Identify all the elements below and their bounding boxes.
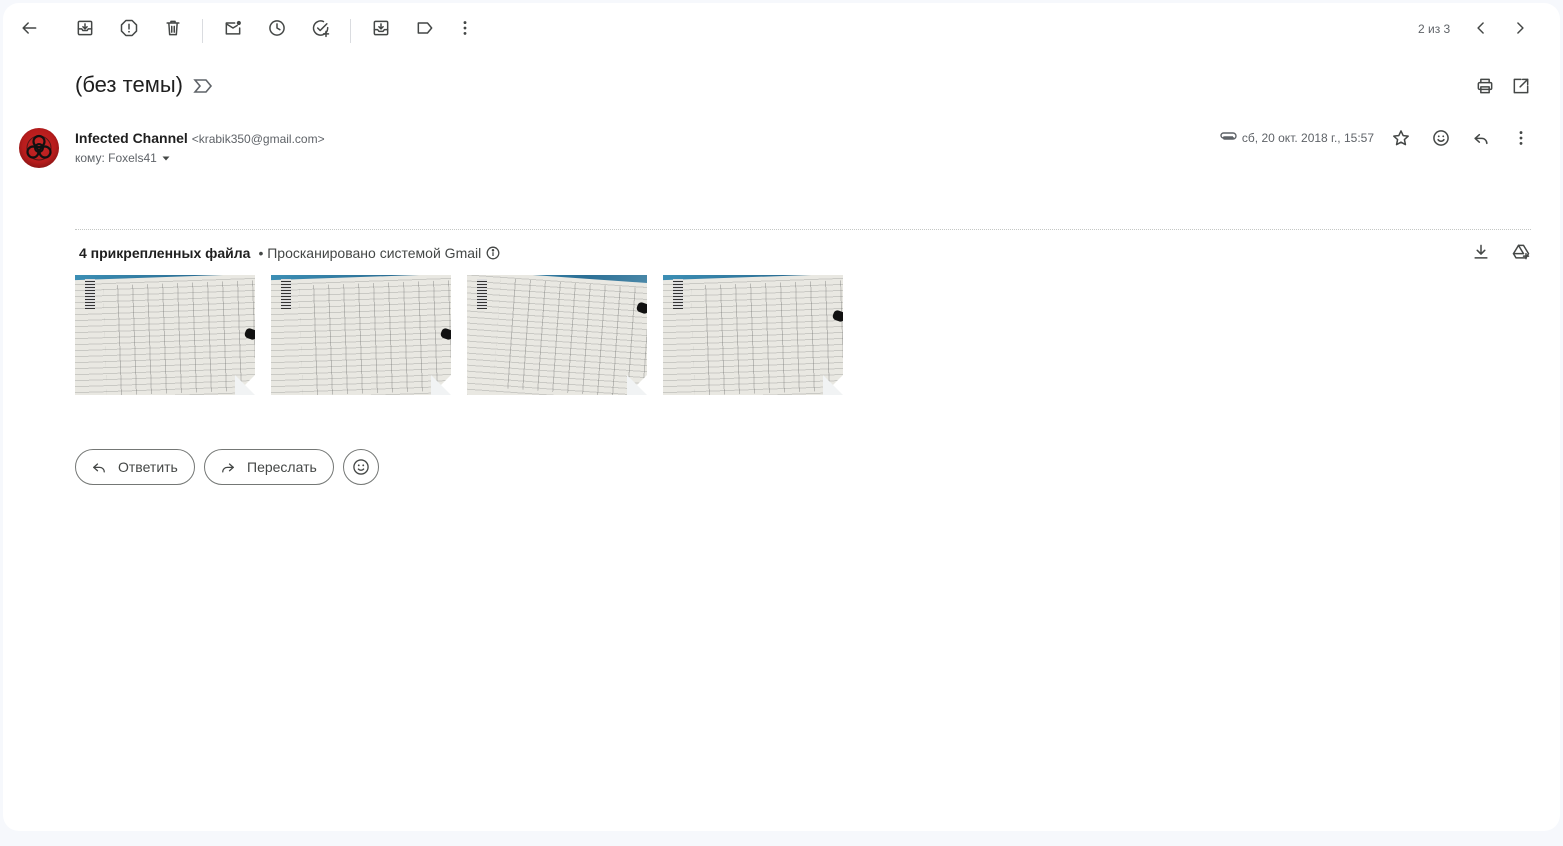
move-to-icon[interactable] [361,8,401,48]
attachment-thumbnail[interactable] [75,275,255,395]
reply-icon [90,458,108,476]
avatar[interactable] [19,128,59,168]
print-icon[interactable] [1465,66,1505,106]
mark-unread-icon[interactable] [213,8,253,48]
sender-email: <krabik350@gmail.com> [191,132,325,146]
message-counter: 2 из 3 [1418,22,1451,36]
reply-button[interactable]: Ответить [75,449,195,485]
forward-label: Переслать [247,459,317,475]
attachment-thumbnails [75,275,843,395]
email-subject: (без темы) [75,72,183,97]
trash-icon[interactable] [153,8,193,48]
snooze-clock-icon[interactable] [257,8,297,48]
sender-name[interactable]: Infected Channel [75,130,188,146]
label-icon[interactable] [405,8,445,48]
more-vert-icon[interactable] [1501,118,1541,158]
reply-label: Ответить [118,459,178,475]
open-in-new-icon[interactable] [1501,66,1541,106]
archive-icon[interactable] [65,8,105,48]
sender: Infected Channel <krabik350@gmail.com> [75,130,325,146]
divider [75,229,1531,230]
caret-down-icon[interactable] [159,151,173,165]
attachments-count: 4 прикрепленных файла [79,245,251,261]
email-view: 2 из 3 (без темы) Infected Channel <krab… [3,3,1560,831]
star-icon[interactable] [1381,118,1421,158]
add-to-drive-icon[interactable] [1501,232,1541,272]
chevron-left-icon[interactable] [1461,8,1501,48]
forward-icon [219,458,237,476]
report-spam-icon[interactable] [109,8,149,48]
attachment-clip-icon [1219,131,1237,145]
attachments-header: 4 прикрепленных файла • Просканировано с… [79,245,500,261]
message-meta: сб, 20 окт. 2018 г., 15:57 [1219,131,1374,145]
recipient-details[interactable]: кому: Foxels41 [75,151,173,165]
attachment-thumbnail[interactable] [271,275,451,395]
recipient-label: кому: Foxels41 [75,151,157,165]
reply-icon[interactable] [1461,118,1501,158]
toolbar: 2 из 3 [3,3,1560,59]
attachment-thumbnail[interactable] [467,275,647,395]
scan-status: • Просканировано системой Gmail [258,245,482,261]
biohazard-icon [26,134,52,161]
forward-button[interactable]: Переслать [204,449,334,485]
message-date: сб, 20 окт. 2018 г., 15:57 [1241,131,1374,145]
emoji-reaction-icon[interactable] [1421,118,1461,158]
more-vert-icon[interactable] [445,8,485,48]
importance-marker-icon[interactable] [193,78,213,94]
info-icon[interactable] [486,246,500,260]
emoji-reaction-button[interactable] [343,449,379,485]
add-task-icon[interactable] [301,8,341,48]
chevron-right-icon[interactable] [1500,8,1540,48]
emoji-icon [353,459,369,475]
attachment-thumbnail[interactable] [663,275,843,395]
download-all-icon[interactable] [1461,232,1501,272]
back-arrow-icon[interactable] [9,8,49,48]
